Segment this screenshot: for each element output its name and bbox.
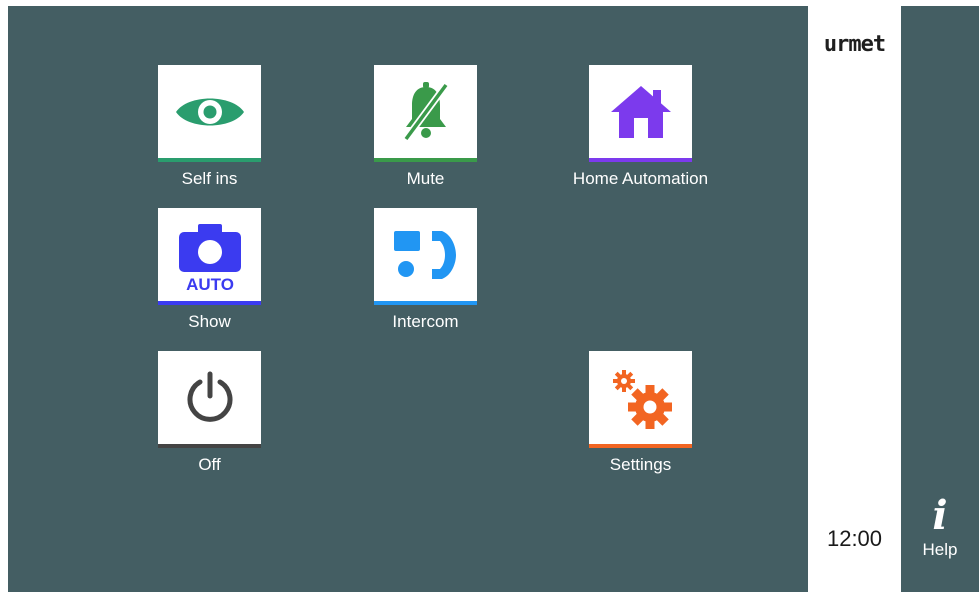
- help-sidebar: i Help: [901, 6, 979, 592]
- help-label: Help: [922, 540, 958, 559]
- tile-off[interactable]: Off: [158, 351, 261, 474]
- tile-show[interactable]: AUTO Show: [158, 208, 261, 331]
- tile-self-ins[interactable]: Self ins: [158, 65, 261, 188]
- tile-home-automation[interactable]: Home Automation: [573, 65, 708, 188]
- tile-settings-box[interactable]: [589, 351, 692, 448]
- gears-icon: [612, 369, 672, 429]
- tile-home-automation-label: Home Automation: [572, 169, 709, 188]
- tile-show-box[interactable]: AUTO: [158, 208, 261, 305]
- clock-display: 12:00: [826, 526, 883, 551]
- camera-auto-badge: AUTO: [186, 275, 234, 292]
- status-sidebar: urmet 12:00: [808, 6, 901, 592]
- camera-auto-icon: AUTO: [178, 223, 241, 292]
- tile-intercom-label: Intercom: [392, 312, 459, 331]
- main-menu-area: Self ins Mute Home Automation AUTO Show …: [8, 6, 808, 592]
- tile-off-label: Off: [198, 455, 221, 474]
- tile-intercom-box[interactable]: [374, 208, 477, 305]
- tile-settings-label: Settings: [609, 455, 672, 474]
- intercom-screen: Self ins Mute Home Automation AUTO Show …: [8, 6, 979, 592]
- tile-intercom[interactable]: Intercom: [374, 208, 477, 331]
- house-icon: [610, 85, 671, 138]
- tile-mute[interactable]: Mute: [374, 65, 477, 188]
- tile-settings[interactable]: Settings: [589, 351, 692, 474]
- power-icon: [187, 371, 232, 422]
- eye-icon: [175, 98, 244, 125]
- tile-off-box[interactable]: [158, 351, 261, 448]
- tile-self-ins-box[interactable]: [158, 65, 261, 162]
- tile-mute-box[interactable]: [374, 65, 477, 162]
- brand-logo: urmet: [823, 32, 886, 57]
- info-icon: i: [932, 492, 948, 539]
- help-button[interactable]: i Help: [901, 494, 979, 574]
- tile-home-automation-box[interactable]: [589, 65, 692, 162]
- bell-muted-icon: [402, 81, 449, 141]
- intercom-handset-icon: [393, 230, 456, 279]
